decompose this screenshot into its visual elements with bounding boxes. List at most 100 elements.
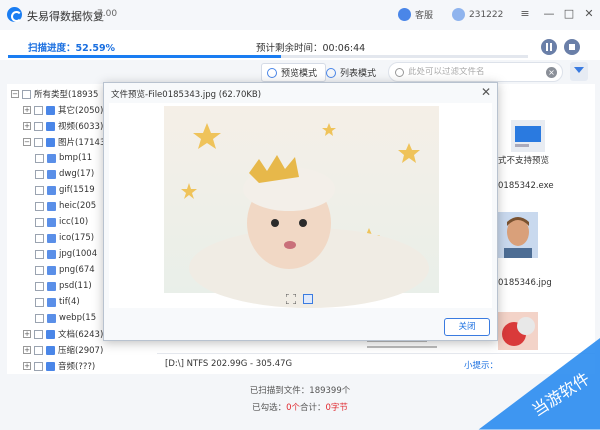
tree-item-label: bmp(11 xyxy=(59,153,93,163)
tree-item[interactable]: bmp(11 xyxy=(35,150,92,166)
image-file-icon xyxy=(47,169,56,179)
collapse-icon[interactable]: − xyxy=(11,90,19,98)
fit-screen-icon[interactable] xyxy=(286,294,296,304)
tree-item[interactable]: + 文档(6243) xyxy=(23,326,103,342)
clear-search-icon[interactable]: × xyxy=(546,67,557,78)
tree-checkbox[interactable] xyxy=(35,201,44,211)
tree-item-label: psd(11) xyxy=(59,281,92,291)
tree-checkbox[interactable] xyxy=(34,329,43,339)
remaining-time-label: 预计剩余时间： xyxy=(256,43,323,54)
tree-item-label: 其它(2050) xyxy=(58,106,104,116)
category-icon xyxy=(46,329,55,339)
thumbnail-caption: 0185346.jpg xyxy=(498,278,552,288)
app-logo-icon xyxy=(7,7,22,22)
expand-icon[interactable]: + xyxy=(23,122,31,130)
disk-path: [D:\] NTFS 202.99G - 305.47G xyxy=(165,359,293,369)
tree-checkbox[interactable] xyxy=(35,153,44,163)
total-size: 0字节 xyxy=(325,403,348,413)
tree-item-label: gif(1519 xyxy=(59,185,95,195)
tree-item-label: 压缩(2907) xyxy=(58,346,104,356)
collapse-icon[interactable]: − xyxy=(23,138,31,146)
tree-item[interactable]: jpg(1004 xyxy=(35,246,97,262)
pause-button[interactable] xyxy=(541,39,557,55)
category-icon xyxy=(46,345,55,355)
service-icon xyxy=(398,8,411,21)
scanned-label: 已扫描到文件： xyxy=(249,386,310,396)
baby-photo-image xyxy=(164,106,439,308)
tree-checkbox[interactable] xyxy=(35,169,44,179)
tree-item[interactable]: + 压缩(2907) xyxy=(23,342,103,358)
tree-item[interactable]: webp(15 xyxy=(35,310,96,326)
search-input[interactable] xyxy=(408,67,538,77)
tree-checkbox[interactable] xyxy=(34,121,43,131)
minimize-button[interactable]: — xyxy=(542,7,556,21)
tree-item[interactable]: + 其它(2050) xyxy=(23,102,103,118)
filter-button[interactable] xyxy=(570,62,588,81)
tree-checkbox[interactable] xyxy=(34,137,43,147)
tree-item-label: 视频(6033) xyxy=(58,122,104,132)
tree-checkbox[interactable] xyxy=(35,313,44,323)
app-title: 失易得数据恢复 xyxy=(27,10,104,23)
stop-button[interactable] xyxy=(564,39,580,55)
menu-button[interactable]: ≡ xyxy=(518,7,532,21)
tree-checkbox[interactable] xyxy=(35,249,44,259)
tree-item[interactable]: icc(10) xyxy=(35,214,88,230)
tree-checkbox[interactable] xyxy=(35,217,44,227)
scan-progress-fill xyxy=(8,55,282,58)
tree-item[interactable]: tif(4) xyxy=(35,294,80,310)
expand-icon[interactable]: + xyxy=(23,362,31,370)
close-button[interactable]: ✕ xyxy=(582,7,596,21)
thumbnail-card[interactable] xyxy=(498,212,538,258)
tree-item-label: ico(175) xyxy=(59,233,95,243)
tree-item[interactable]: heic(205 xyxy=(35,198,96,214)
service-button[interactable]: 客服 xyxy=(398,8,433,21)
preview-dialog: 文件预览-File0185343.jpg (62.70KB) ✕ 关闭 xyxy=(103,82,498,341)
tab-preview-mode[interactable]: 预览模式 xyxy=(261,63,327,82)
tree-checkbox[interactable] xyxy=(34,361,43,371)
tree-checkbox[interactable] xyxy=(35,265,44,275)
tree-checkbox[interactable] xyxy=(34,105,43,115)
tree-item-label: 音频(???) xyxy=(58,362,96,372)
image-file-icon xyxy=(47,313,56,323)
user-account-button[interactable]: 231222 xyxy=(452,8,503,21)
image-file-icon xyxy=(47,185,56,195)
tree-item-label: 图片(17143 xyxy=(58,138,106,148)
title-bar: 失易得数据恢复 7.00 客服 231222 ≡ — □ ✕ xyxy=(0,0,600,30)
actual-size-icon[interactable] xyxy=(303,294,313,304)
expand-icon[interactable]: + xyxy=(23,330,31,338)
tree-item[interactable]: dwg(17) xyxy=(35,166,94,182)
tree-checkbox[interactable] xyxy=(35,185,44,195)
tree-item[interactable]: + 视频(6033) xyxy=(23,118,103,134)
tree-item-label: tif(4) xyxy=(59,297,80,307)
tree-checkbox[interactable] xyxy=(34,345,43,355)
preview-mode-icon xyxy=(267,67,277,78)
tree-item[interactable]: psd(11) xyxy=(35,278,92,294)
tree-checkbox[interactable] xyxy=(35,233,44,243)
thumbnail-caption: 式不支持预览 xyxy=(498,156,550,166)
tree-checkbox[interactable] xyxy=(35,297,44,307)
tree-item-label: 所有类型(18935 xyxy=(34,90,99,100)
image-file-icon xyxy=(47,265,56,275)
tree-item[interactable]: ico(175) xyxy=(35,230,94,246)
tree-item[interactable]: + 音频(???) xyxy=(23,358,95,374)
scan-progress-label: 扫描进度：52.59% xyxy=(28,43,116,54)
tree-checkbox[interactable] xyxy=(35,281,44,291)
tree-item[interactable]: − 所有类型(18935 xyxy=(11,86,98,102)
image-file-icon xyxy=(47,233,56,243)
dialog-close-icon[interactable]: ✕ xyxy=(481,85,491,99)
expand-icon[interactable]: + xyxy=(23,346,31,354)
tree-item-label: dwg(17) xyxy=(59,169,95,179)
tree-checkbox[interactable] xyxy=(22,89,31,99)
maximize-button[interactable]: □ xyxy=(562,7,576,21)
category-icon xyxy=(46,121,55,131)
image-file-icon xyxy=(47,217,56,227)
tab-list-mode[interactable]: 列表模式 xyxy=(321,63,384,82)
preview-mode-label: 预览模式 xyxy=(281,69,318,79)
expand-icon[interactable]: + xyxy=(23,106,31,114)
dialog-close-button[interactable]: 关闭 xyxy=(444,318,490,336)
remaining-time: 预计剩余时间：00:06:44 xyxy=(256,40,365,54)
scan-progress-panel: 扫描进度：52.59% 预计剩余时间：00:06:44 xyxy=(0,30,600,60)
tree-item[interactable]: gif(1519 xyxy=(35,182,95,198)
tree-item[interactable]: − 图片(17143 xyxy=(23,134,105,150)
tree-item[interactable]: png(674 xyxy=(35,262,95,278)
